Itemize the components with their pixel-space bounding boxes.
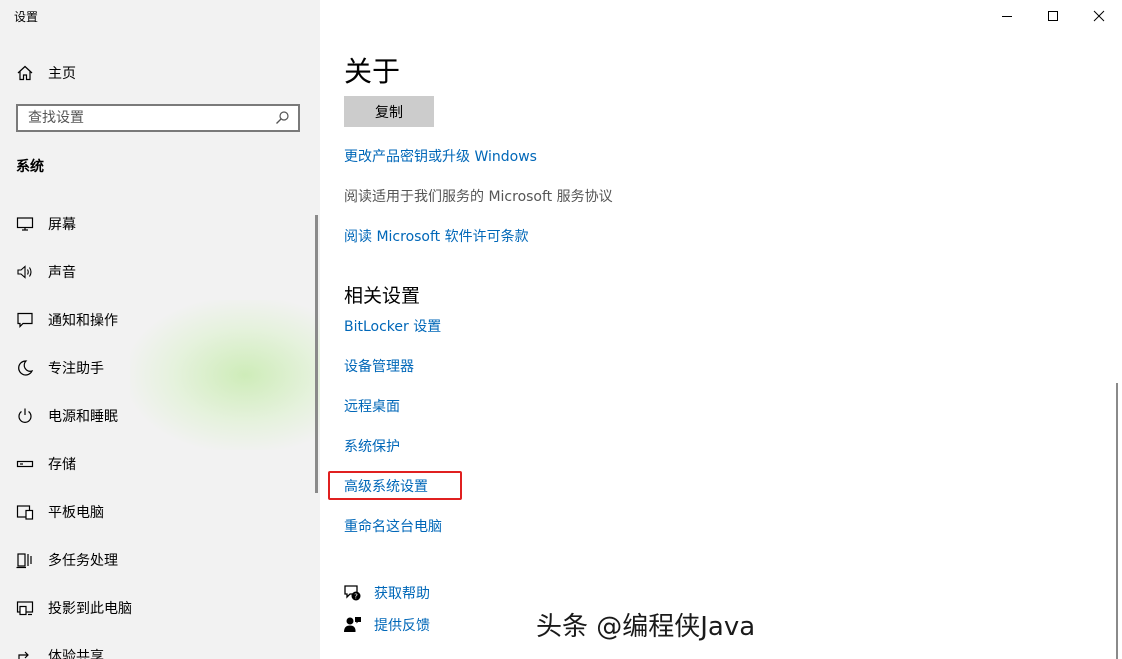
speaker-icon [16, 263, 34, 281]
remote-desktop-link[interactable]: 远程桌面 [344, 396, 400, 416]
sidebar-item-label: 电源和睡眠 [48, 409, 118, 425]
storage-icon [16, 455, 34, 473]
sidebar-item-focus-assist[interactable]: 专注助手 [0, 344, 316, 392]
sidebar-item-power-sleep[interactable]: 电源和睡眠 [0, 392, 316, 440]
advanced-system-settings-link[interactable]: 高级系统设置 [344, 476, 428, 496]
sidebar-scrollbar[interactable] [315, 215, 318, 493]
sidebar-item-label: 屏幕 [48, 217, 76, 233]
watermark: 头条 @编程侠Java [536, 612, 756, 642]
window-controls [984, 0, 1122, 32]
sidebar-item-label: 多任务处理 [48, 553, 118, 569]
maximize-button[interactable] [1030, 0, 1076, 32]
sidebar-item-tablet[interactable]: 平板电脑 [0, 488, 316, 536]
svg-text:?: ? [354, 593, 358, 601]
minimize-icon [1001, 10, 1013, 22]
copy-button[interactable]: 复制 [344, 96, 434, 127]
sidebar-item-notifications[interactable]: 通知和操作 [0, 296, 316, 344]
feedback-label: 提供反馈 [374, 618, 430, 634]
main-scrollbar[interactable] [1116, 383, 1118, 659]
sidebar-item-multitasking[interactable]: 多任务处理 [0, 536, 316, 584]
feedback-link[interactable]: 提供反馈 [342, 615, 430, 635]
get-help-link[interactable]: ? 获取帮助 [342, 583, 430, 603]
search-icon[interactable] [274, 110, 290, 126]
change-product-key-link[interactable]: 更改产品密钥或升级 Windows [344, 146, 537, 166]
sidebar-item-project[interactable]: 投影到此电脑 [0, 584, 316, 632]
help-chat-icon: ? [342, 583, 362, 603]
power-icon [16, 407, 34, 425]
search-input[interactable] [26, 109, 274, 127]
sidebar-item-sound[interactable]: 声音 [0, 248, 316, 296]
close-icon [1093, 10, 1105, 22]
main-content: 关于 复制 更改产品密钥或升级 Windows 阅读适用于我们服务的 Micro… [320, 0, 1122, 659]
system-protection-link[interactable]: 系统保护 [344, 436, 400, 456]
share-icon [16, 647, 34, 659]
device-manager-link[interactable]: 设备管理器 [344, 356, 414, 376]
sidebar-item-home[interactable]: 主页 [16, 60, 76, 86]
multitask-icon [16, 551, 34, 569]
related-settings-title: 相关设置 [344, 285, 421, 307]
sidebar-section-title: 系统 [16, 159, 44, 175]
search-box[interactable] [16, 104, 300, 132]
sidebar-item-home-label: 主页 [48, 66, 76, 82]
sidebar: 设置 主页 系统 屏幕 声音 通知和操作 [0, 0, 320, 659]
monitor-icon [16, 215, 34, 233]
rename-pc-link[interactable]: 重命名这台电脑 [344, 516, 442, 536]
sidebar-item-display[interactable]: 屏幕 [0, 200, 316, 248]
get-help-label: 获取帮助 [374, 586, 430, 602]
moon-icon [16, 359, 34, 377]
minimize-button[interactable] [984, 0, 1030, 32]
sidebar-item-label: 投影到此电脑 [48, 601, 132, 617]
tablet-icon [16, 503, 34, 521]
maximize-icon [1047, 10, 1059, 22]
sidebar-item-label: 体验共享 [48, 649, 104, 659]
sidebar-item-label: 专注助手 [48, 361, 104, 377]
app-title: 设置 [14, 10, 39, 24]
sidebar-item-storage[interactable]: 存储 [0, 440, 316, 488]
sidebar-nav: 屏幕 声音 通知和操作 专注助手 电源和睡眠 存储 平板电脑 多任务处理 投影到… [0, 200, 316, 659]
notification-icon [16, 311, 34, 329]
sidebar-item-shared-experiences[interactable]: 体验共享 [0, 632, 316, 659]
license-terms-link[interactable]: 阅读 Microsoft 软件许可条款 [344, 226, 529, 246]
home-icon [16, 64, 34, 82]
service-agreement-text: 阅读适用于我们服务的 Microsoft 服务协议 [344, 189, 613, 205]
sidebar-item-label: 声音 [48, 265, 76, 281]
feedback-person-icon [342, 615, 362, 635]
sidebar-item-label: 通知和操作 [48, 313, 118, 329]
close-button[interactable] [1076, 0, 1122, 32]
bitlocker-settings-link[interactable]: BitLocker 设置 [344, 316, 441, 336]
sidebar-item-label: 存储 [48, 457, 76, 473]
sidebar-item-label: 平板电脑 [48, 505, 104, 521]
page-title: 关于 [344, 55, 401, 88]
project-icon [16, 599, 34, 617]
